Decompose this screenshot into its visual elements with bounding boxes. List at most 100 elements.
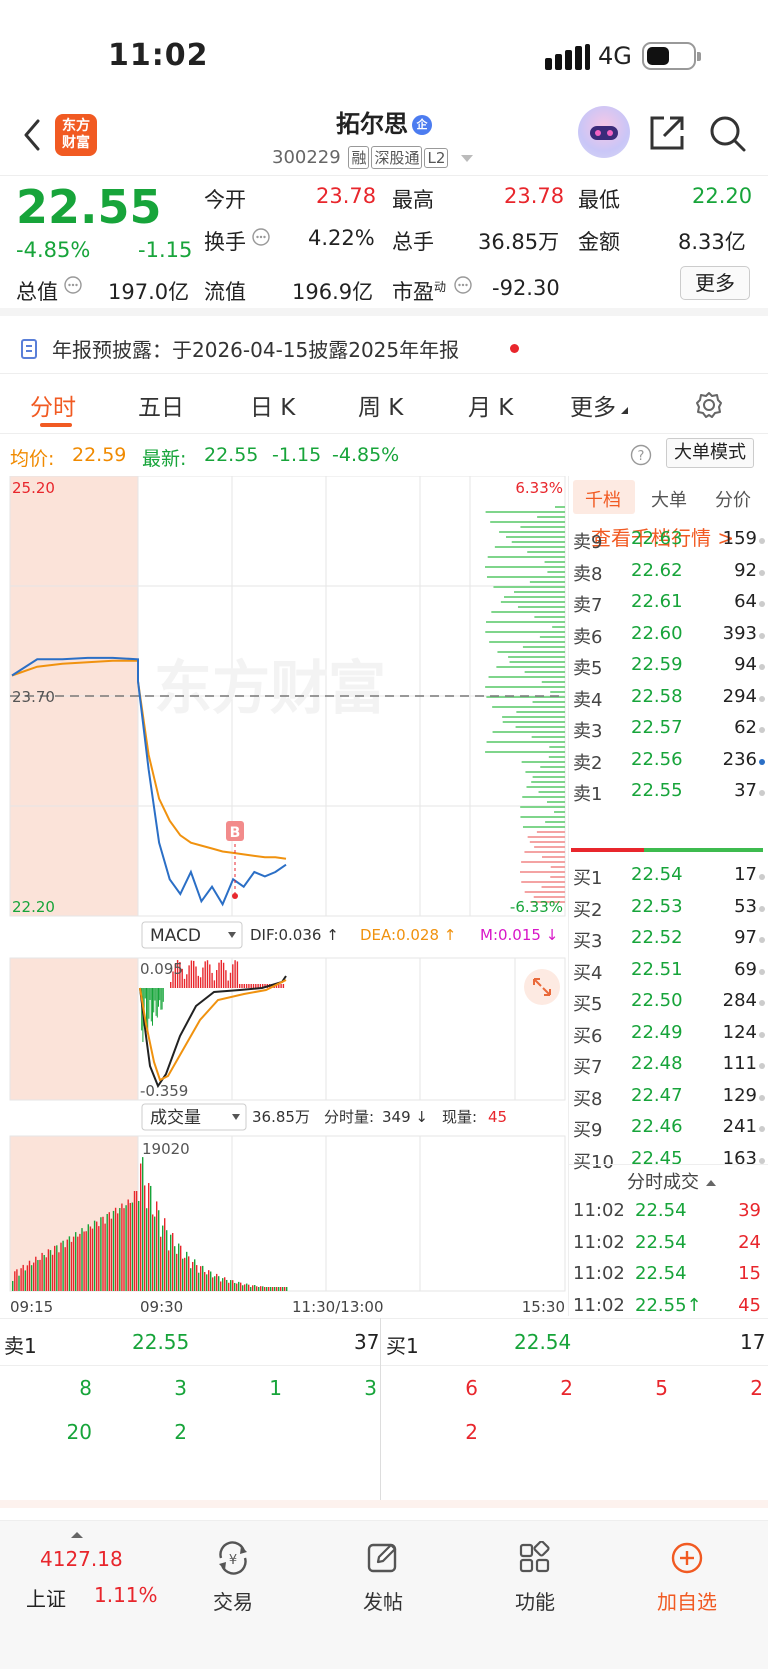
volume-bar xyxy=(224,1277,226,1291)
status-dot xyxy=(759,1063,765,1069)
bid-row[interactable]: 买8 22.47 129 xyxy=(573,1085,765,1115)
tab-fenshi[interactable]: 分时 xyxy=(30,388,76,422)
volume-bar xyxy=(220,1281,222,1291)
status-dot xyxy=(759,601,765,607)
volume-bar xyxy=(98,1226,100,1291)
bid-row[interactable]: 买7 22.48 111 xyxy=(573,1053,765,1083)
volume-bar xyxy=(72,1236,75,1291)
volume-bar xyxy=(168,1250,170,1291)
tab-rik[interactable]: 日 K xyxy=(250,388,295,422)
ask-vol: 37 xyxy=(734,780,757,801)
ask-row[interactable]: 卖6 22.60 393 xyxy=(573,623,765,653)
bid-row[interactable]: 买5 22.50 284 xyxy=(573,990,765,1020)
depth-bar xyxy=(531,781,565,783)
bid-row[interactable]: 买4 22.51 69 xyxy=(573,959,765,989)
time-label-0930: 09:30 xyxy=(140,1298,183,1316)
tab-qiandang[interactable]: 千档 xyxy=(585,486,621,512)
ask-row[interactable]: 卖1 22.55 37 xyxy=(573,780,765,810)
ask-row[interactable]: 卖2 22.56 236 xyxy=(573,749,765,779)
macd-bar xyxy=(186,974,188,988)
ask-row[interactable]: 卖9 22.63 159 xyxy=(573,528,765,558)
macd-bar xyxy=(218,962,220,988)
index-pct[interactable]: 1.11% xyxy=(94,1583,158,1607)
volume-bar xyxy=(85,1231,87,1291)
search-icon[interactable] xyxy=(708,114,748,154)
assistant-avatar[interactable] xyxy=(578,106,630,158)
tab-zhouk[interactable]: 周 K xyxy=(358,388,403,422)
expand-button[interactable] xyxy=(524,969,560,1005)
open-label: 今开 xyxy=(204,188,246,212)
info-dots-icon[interactable] xyxy=(64,276,82,294)
depth-bar xyxy=(511,541,565,543)
volume-bar xyxy=(28,1260,31,1291)
ask-row[interactable]: 卖8 22.62 92 xyxy=(573,560,765,590)
queue-bottom-strip xyxy=(0,1500,768,1508)
intraday-chart[interactable]: 东方财富 B 25.20 23.70 22.20 6.33% -6.33% MA… xyxy=(0,475,570,1316)
macd-bar xyxy=(144,988,146,999)
bid-row[interactable]: 买6 22.49 124 xyxy=(573,1022,765,1052)
volume-bar xyxy=(131,1202,134,1291)
info-dots-icon[interactable] xyxy=(454,276,472,294)
volume-bar xyxy=(266,1287,268,1291)
tab-dadan[interactable]: 大单 xyxy=(651,486,687,512)
tab-trade[interactable]: ¥ 交易 xyxy=(188,1541,278,1615)
pct-max-label: 6.33% xyxy=(515,479,563,497)
ask-row[interactable]: 卖4 22.58 294 xyxy=(573,686,765,716)
macd-bar xyxy=(232,964,234,988)
volume-bar xyxy=(49,1250,52,1291)
bid-vol: 124 xyxy=(722,1021,757,1043)
status-dot xyxy=(759,968,765,975)
document-icon xyxy=(21,339,37,359)
more-button[interactable]: 更多 xyxy=(680,266,750,300)
depth-bar xyxy=(544,561,565,563)
add-watchlist-button[interactable]: 加自选 xyxy=(642,1541,732,1615)
tick-row: 11:02 22.54 15 xyxy=(573,1263,765,1293)
index-value[interactable]: 4127.18 xyxy=(40,1547,123,1571)
info-dots-icon[interactable] xyxy=(252,228,270,246)
tab-fenjia[interactable]: 分价 xyxy=(715,486,751,512)
macd-bar xyxy=(188,965,190,988)
volume-bar xyxy=(246,1283,248,1291)
volume-bar xyxy=(212,1277,214,1291)
bid-label: 买9 xyxy=(573,1120,603,1141)
volume-bar xyxy=(104,1223,106,1291)
ask-vol: 92 xyxy=(734,559,757,581)
macd-bar xyxy=(252,984,255,988)
bid-vol: 97 xyxy=(734,927,757,948)
ask-price: 22.57 xyxy=(631,717,683,738)
help-icon[interactable]: ? xyxy=(630,444,652,466)
settings-icon[interactable] xyxy=(694,390,724,420)
volume-bar xyxy=(87,1224,89,1291)
bid-row[interactable]: 买3 22.52 97 xyxy=(573,927,765,957)
bid-row[interactable]: 买2 22.53 53 xyxy=(573,896,765,926)
bid-row[interactable]: 买9 22.46 241 xyxy=(573,1116,765,1146)
tab-post[interactable]: 发帖 xyxy=(338,1541,428,1615)
depth-bar xyxy=(485,566,565,568)
total-value-label: 总值 xyxy=(16,280,58,304)
volume-bar xyxy=(176,1253,178,1291)
depth-bar xyxy=(552,626,565,628)
ask-row[interactable]: 卖7 22.61 64 xyxy=(573,591,765,621)
tab-more[interactable]: 更多 xyxy=(570,388,629,422)
stock-code-line[interactable]: 300229 融深股通 L2 xyxy=(272,146,474,169)
share-icon[interactable] xyxy=(648,114,686,152)
bid-vol: 129 xyxy=(722,1084,757,1106)
volume-bar xyxy=(83,1231,85,1291)
macd-bar xyxy=(213,980,216,988)
ask-row[interactable]: 卖5 22.59 94 xyxy=(573,654,765,684)
bid-row[interactable]: 买1 22.54 17 xyxy=(573,864,765,894)
ask-row[interactable]: 卖3 22.57 62 xyxy=(573,717,765,747)
macd-bar xyxy=(154,988,156,1001)
depth-bar xyxy=(506,536,565,538)
ask-label: 卖1 xyxy=(573,784,603,805)
index-name[interactable]: 上证 xyxy=(26,1583,66,1612)
volume-bar xyxy=(142,1157,144,1291)
annual-report-notice[interactable]: 年报预披露：于2026-04-15披露2025年年报 xyxy=(0,324,768,374)
ticks-title[interactable]: 分时成交 xyxy=(627,1168,717,1194)
trade-icon: ¥ xyxy=(219,1541,247,1575)
tab-wuri[interactable]: 五日 xyxy=(138,388,184,422)
tab-yuek[interactable]: 月 K xyxy=(468,388,513,422)
big-order-mode-button[interactable]: 大单模式 xyxy=(666,438,754,468)
tab-functions[interactable]: 功能 xyxy=(490,1540,580,1615)
depth-bar xyxy=(524,671,565,673)
